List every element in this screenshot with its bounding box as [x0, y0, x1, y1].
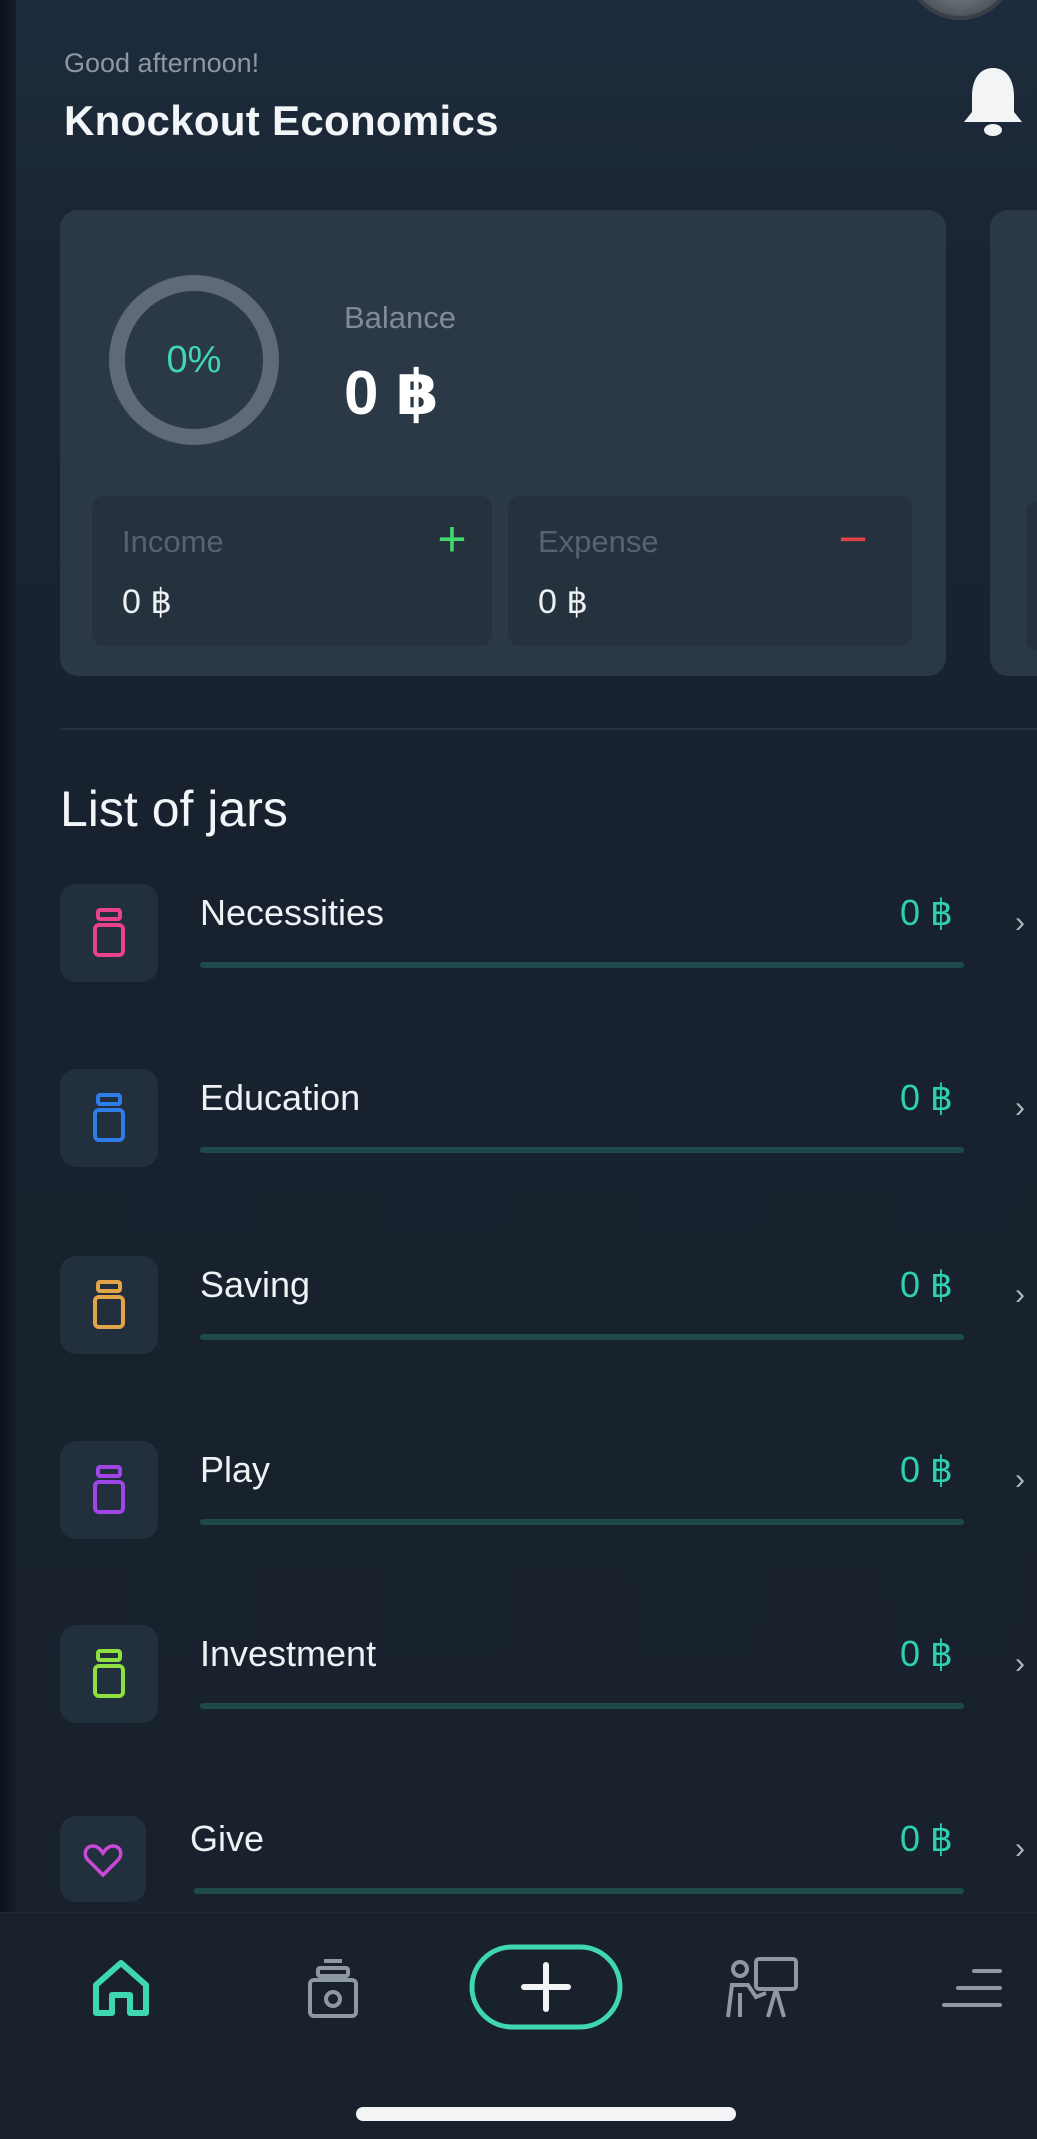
jar-amount: 0 ฿ — [900, 1633, 953, 1674]
section-divider — [60, 728, 1037, 730]
chevron-right-icon[interactable]: › — [1015, 1278, 1025, 1312]
jar-name: Investment — [200, 1633, 377, 1674]
chevron-right-icon[interactable]: › — [1015, 1832, 1025, 1866]
balance-progress-label: 0% — [166, 338, 222, 381]
chevron-right-icon[interactable]: › — [1015, 906, 1025, 940]
jar-name: Play — [200, 1449, 271, 1490]
jar-name: Necessities — [200, 892, 385, 933]
income-value: 0 ฿ — [122, 583, 172, 621]
home-indicator[interactable] — [356, 2107, 736, 2121]
income-box[interactable]: Income 0 ฿ + — [92, 496, 492, 646]
teacher-board-icon[interactable] — [722, 1953, 802, 2023]
jar-icon[interactable] — [298, 1953, 368, 2023]
chevron-right-icon[interactable]: › — [1015, 1647, 1025, 1681]
bell-icon[interactable] — [958, 62, 1028, 142]
jar-progress-bar — [200, 1519, 964, 1525]
chevron-right-icon[interactable]: › — [1015, 1463, 1025, 1497]
jar-icon — [60, 884, 158, 982]
jar-icon — [60, 1625, 158, 1723]
avatar[interactable] — [905, 0, 1015, 20]
jar-progress-bar — [194, 1888, 964, 1894]
screen-bezel — [0, 0, 16, 2139]
add-button[interactable] — [468, 1943, 624, 2031]
jar-progress-bar — [200, 962, 964, 968]
home-screen: Good afternoon! Knockout Economics 0% Ba… — [0, 0, 1037, 2139]
username-title: Knockout Economics — [64, 97, 499, 144]
jar-amount: 0 ฿ — [900, 1818, 953, 1859]
plus-icon[interactable]: + — [427, 514, 477, 564]
expense-value: 0 ฿ — [538, 583, 588, 621]
balance-label: Balance — [344, 300, 457, 335]
jar-row-play[interactable]: Play 0 ฿ › — [60, 1441, 1037, 1551]
menu-icon[interactable] — [940, 1953, 1010, 2023]
income-label: Income — [122, 524, 224, 559]
jar-amount: 0 ฿ — [900, 1449, 953, 1490]
greeting-text: Good afternoon! — [64, 48, 260, 78]
jar-progress-bar — [200, 1703, 964, 1709]
jar-icon — [60, 1069, 158, 1167]
expense-label: Expense — [538, 524, 659, 559]
jar-progress-bar — [200, 1334, 964, 1340]
balance-value: 0 ฿ — [344, 359, 439, 428]
chevron-right-icon[interactable]: › — [1015, 1091, 1025, 1125]
jar-row-saving[interactable]: Saving 0 ฿ › — [60, 1256, 1037, 1366]
heart-jar-icon — [60, 1816, 146, 1902]
jar-name: Education — [200, 1077, 361, 1118]
jar-name: Saving — [200, 1264, 311, 1305]
jar-icon — [60, 1256, 158, 1354]
jar-amount: 0 ฿ — [900, 1077, 953, 1118]
jar-progress-bar — [200, 1147, 964, 1153]
next-card-inner — [1026, 502, 1037, 650]
home-icon[interactable] — [86, 1953, 156, 2023]
jars-section-title: List of jars — [60, 781, 288, 837]
balance-card[interactable]: 0% Balance 0 ฿ Income 0 ฿ + Expense 0 ฿ … — [60, 210, 946, 676]
expense-box[interactable]: Expense 0 ฿ − — [508, 496, 912, 646]
bottom-navigation — [0, 1912, 1037, 2139]
jar-amount: 0 ฿ — [900, 892, 953, 933]
jar-row-necessities[interactable]: Necessities 0 ฿ › — [60, 884, 1037, 994]
jar-icon — [60, 1441, 158, 1539]
next-card-peek[interactable] — [990, 210, 1037, 676]
jar-name: Give — [190, 1818, 265, 1859]
jar-row-give[interactable]: Give 0 ฿ › — [60, 1810, 1037, 1920]
minus-icon[interactable]: − — [828, 514, 878, 564]
jar-amount: 0 ฿ — [900, 1264, 953, 1305]
jar-row-education[interactable]: Education 0 ฿ › — [60, 1069, 1037, 1179]
jar-row-investment[interactable]: Investment 0 ฿ › — [60, 1625, 1037, 1735]
